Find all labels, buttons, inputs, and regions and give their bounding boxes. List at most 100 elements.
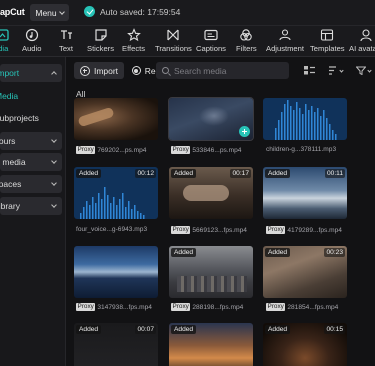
search-box[interactable] bbox=[156, 62, 289, 79]
media-label-7: Proxy 3147938...fps.mp4 bbox=[76, 303, 152, 311]
proxy-badge: Proxy bbox=[266, 226, 286, 234]
plus-circle-icon bbox=[79, 65, 90, 76]
search-icon bbox=[162, 67, 169, 74]
media-label-3: children-g...378111.mp3 bbox=[266, 146, 336, 153]
add-to-timeline-icon[interactable] bbox=[239, 126, 250, 137]
tab-text[interactable]: Text bbox=[59, 28, 73, 55]
media-label-2: Proxy 533846...ps.mp4 bbox=[171, 146, 241, 154]
duration-label: 00:15 bbox=[324, 325, 345, 334]
tab-label: Text bbox=[59, 44, 73, 53]
media-header: Import Record bbox=[66, 57, 375, 84]
media-icon bbox=[0, 28, 10, 42]
tab-effects[interactable]: Effects bbox=[122, 28, 145, 55]
sidebar-item-label: AI media bbox=[0, 157, 26, 167]
transitions-icon bbox=[166, 28, 180, 42]
added-badge: Added bbox=[171, 169, 197, 178]
media-thumb-8[interactable]: Added bbox=[169, 246, 253, 298]
filter-button[interactable] bbox=[356, 64, 372, 77]
media-thumb-9[interactable]: Added 00:23 bbox=[263, 246, 347, 298]
sidebar-item-library[interactable]: Library bbox=[0, 197, 62, 215]
tab-adjustment[interactable]: Adjustment bbox=[266, 28, 304, 55]
media-filename: 288198...fps.mp4 bbox=[192, 303, 244, 311]
media-thumb-5[interactable]: Added 00:17 bbox=[169, 167, 253, 219]
duration-label: 00:17 bbox=[230, 169, 251, 178]
added-badge: Added bbox=[76, 325, 102, 334]
sort-icon bbox=[329, 66, 336, 75]
media-thumb-4[interactable]: Added 00:12 bbox=[74, 167, 158, 219]
tab-label: AI avatars bbox=[349, 44, 375, 53]
filter-icon bbox=[356, 66, 366, 75]
menu-label: Menu bbox=[35, 7, 57, 18]
media-thumb-7[interactable] bbox=[74, 246, 158, 298]
media-filename: 3147938...fps.mp4 bbox=[97, 303, 152, 311]
grid-view-icon bbox=[304, 66, 315, 75]
sidebar-item-label: Subprojects bbox=[0, 113, 39, 123]
record-icon bbox=[131, 66, 141, 75]
sidebar-item-label: Yours bbox=[0, 136, 16, 146]
sidebar-item-subprojects[interactable]: Subprojects bbox=[0, 109, 62, 127]
tab-ai-avatars[interactable]: AI avatars bbox=[349, 28, 375, 55]
sidebar-item-ai-media[interactable]: AI media bbox=[0, 153, 62, 171]
sidebar-item-yours[interactable]: Yours bbox=[0, 132, 62, 150]
tab-label: Effects bbox=[122, 44, 146, 53]
adjustment-icon bbox=[278, 28, 292, 42]
media-thumb-10[interactable]: Added 00:07 bbox=[74, 323, 158, 366]
tab-stickers[interactable]: Stickers bbox=[87, 28, 114, 55]
filters-icon bbox=[239, 28, 253, 42]
tab-label: Stickers bbox=[87, 44, 115, 53]
media-thumb-6[interactable]: Added 00:11 bbox=[263, 167, 347, 219]
ai-avatars-icon bbox=[359, 28, 373, 42]
media-filename: children-g...378111.mp3 bbox=[266, 146, 337, 153]
view-mode-button[interactable] bbox=[304, 64, 315, 77]
added-badge: Added bbox=[171, 248, 197, 257]
chevron-down-icon bbox=[51, 158, 57, 164]
tab-captions[interactable]: Captions bbox=[196, 28, 226, 55]
sidebar-item-spaces[interactable]: Spaces bbox=[0, 175, 62, 193]
menu-button[interactable]: Menu bbox=[30, 4, 69, 21]
media-label-5: Proxy 5669123...fps.mp4 bbox=[171, 226, 247, 234]
tab-filters[interactable]: Filters bbox=[236, 28, 257, 55]
sidebar-item-label: Spaces bbox=[0, 179, 22, 189]
check-circle-icon bbox=[84, 6, 95, 17]
stickers-icon bbox=[94, 28, 108, 42]
sidebar-item-import[interactable]: Import bbox=[0, 64, 62, 82]
title-bar: apCut Menu Auto saved: 17:59:54 bbox=[0, 0, 375, 26]
tab-label: Media bbox=[0, 44, 9, 53]
media-thumb-11[interactable]: Added bbox=[169, 323, 253, 366]
added-badge: Added bbox=[265, 169, 291, 178]
chevron-down-icon bbox=[51, 180, 57, 186]
import-button[interactable]: Import bbox=[74, 62, 124, 79]
templates-icon bbox=[320, 28, 334, 42]
autosave-status: Auto saved: 17:59:54 bbox=[84, 6, 180, 17]
tab-audio[interactable]: Audio bbox=[22, 28, 41, 55]
sidebar: Import Media Subprojects Yours AI media … bbox=[0, 57, 66, 366]
sidebar-item-media[interactable]: Media bbox=[0, 87, 62, 105]
import-label: Import bbox=[93, 65, 119, 76]
audio-icon bbox=[25, 28, 39, 42]
tab-label: Audio bbox=[22, 44, 42, 53]
app-logo: apCut bbox=[0, 7, 25, 17]
chevron-up-icon bbox=[51, 71, 57, 77]
media-thumb-1[interactable] bbox=[74, 98, 158, 140]
tab-transitions[interactable]: Transitions bbox=[155, 28, 192, 55]
autosave-text: Auto saved: 17:59:54 bbox=[100, 6, 181, 17]
media-thumb-12[interactable]: Added 00:15 bbox=[263, 323, 347, 366]
sidebar-item-label: Media bbox=[0, 91, 19, 101]
media-filename: four_voice...g-6943.mp3 bbox=[76, 226, 148, 233]
text-icon bbox=[59, 28, 73, 42]
tab-label: Filters bbox=[236, 44, 257, 53]
tab-templates[interactable]: Templates bbox=[310, 28, 345, 55]
chevron-down-icon bbox=[339, 67, 344, 73]
media-thumb-3[interactable] bbox=[263, 98, 347, 140]
search-input[interactable] bbox=[174, 65, 284, 76]
duration-label: 00:11 bbox=[324, 169, 345, 178]
media-label-4: four_voice...g-6943.mp3 bbox=[76, 226, 147, 233]
media-label-9: Proxy 281854...fps.mp4 bbox=[266, 303, 338, 311]
sort-button[interactable] bbox=[328, 64, 344, 77]
tab-label: Templates bbox=[310, 44, 345, 53]
media-thumb-2[interactable] bbox=[168, 97, 254, 141]
tab-media[interactable]: Media bbox=[0, 28, 10, 55]
audio-waveform bbox=[275, 100, 337, 140]
duration-label: 00:12 bbox=[135, 169, 156, 178]
media-label-6: Proxy 4179289...fps.mp4 bbox=[266, 226, 342, 234]
